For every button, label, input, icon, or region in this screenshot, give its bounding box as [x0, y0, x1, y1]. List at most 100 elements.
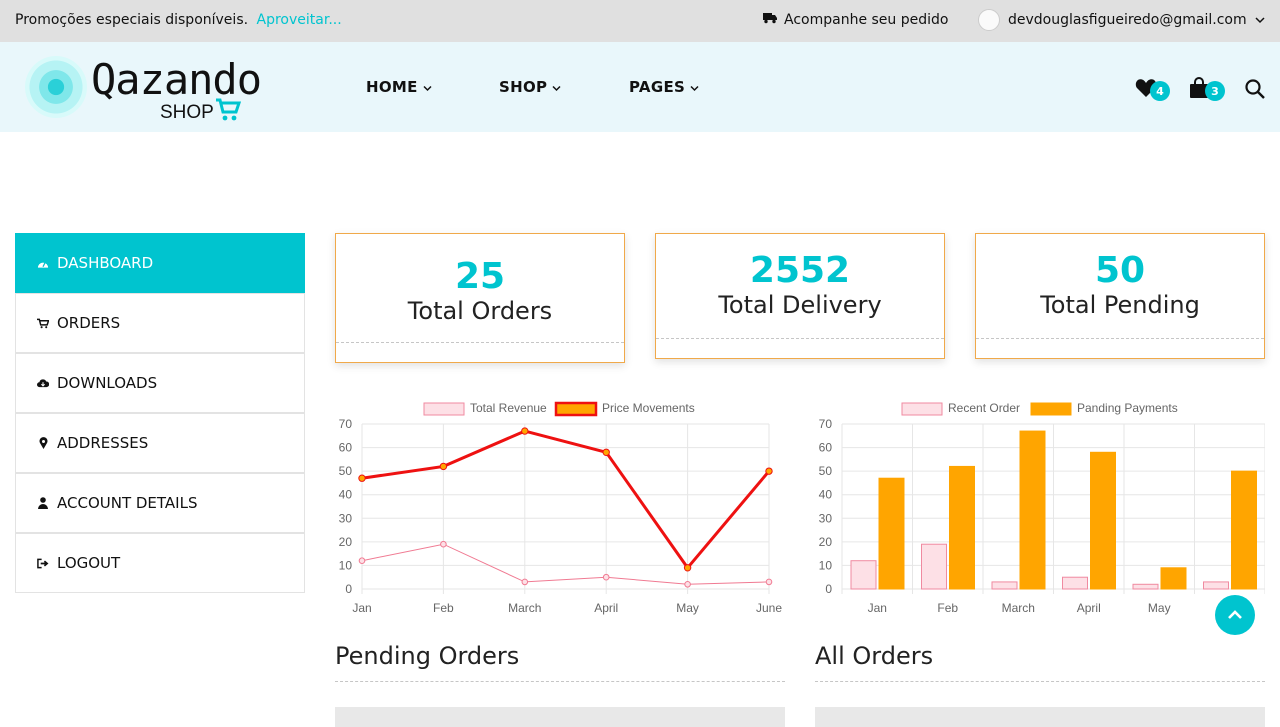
bar: [1132, 583, 1159, 590]
x-tick-label: March: [1002, 601, 1035, 615]
x-tick-label: May: [676, 601, 699, 615]
series-line: [361, 429, 771, 571]
promo-message: Promoções especiais disponíveis. Aprovei…: [15, 12, 342, 28]
y-tick-label: 40: [339, 488, 353, 502]
logo-cart-icon: [216, 98, 241, 121]
bar: [1203, 581, 1229, 590]
user-email: devdouglasfigueiredo@gmail.com: [1008, 12, 1247, 28]
stat-label: Total Pending: [1040, 291, 1200, 319]
data-point: [358, 474, 366, 482]
sidebar-item-dashboard[interactable]: DASHBOARD: [15, 233, 305, 293]
truck-icon: [763, 12, 777, 28]
search-icon: [1245, 79, 1265, 99]
nav-pages[interactable]: PAGES: [629, 78, 699, 96]
x-tick-label: Jan: [868, 601, 887, 615]
data-point: [765, 467, 773, 475]
legend-swatch: [423, 402, 465, 416]
legend-label: Panding Payments: [1077, 401, 1178, 415]
data-point: [602, 448, 610, 456]
stat-value: 50: [1094, 250, 1146, 291]
y-tick-label: 60: [339, 441, 353, 455]
section-divider: [815, 681, 1265, 682]
series-line: [361, 543, 770, 585]
promo-text: Promoções especiais disponíveis.: [15, 12, 249, 28]
cloud-download-icon: [37, 378, 49, 389]
section-divider: [335, 681, 785, 682]
legend-swatch: [1030, 402, 1072, 416]
nav-shop[interactable]: SHOP: [499, 78, 561, 96]
data-point: [521, 427, 529, 435]
data-point: [683, 564, 692, 572]
revenue-line-chart: Total Revenue Price Movements 0 10 20 30 40 50 6…: [339, 401, 783, 615]
sidebar-item-orders[interactable]: ORDERS: [15, 293, 305, 353]
map-marker-icon: [37, 437, 49, 449]
nav-home[interactable]: HOME: [366, 78, 432, 96]
y-tick-label: 20: [339, 535, 353, 549]
y-tick-label: 0: [825, 582, 832, 596]
track-order-link[interactable]: Acompanhe seu pedido: [763, 12, 948, 28]
stat-divider: [976, 338, 1264, 339]
chevron-up-icon: [1228, 610, 1242, 619]
data-point: [684, 580, 691, 588]
stat-card-total-delivery: 2552 Total Delivery: [655, 233, 945, 359]
bar: [1231, 470, 1257, 590]
cart-count-badge: 3: [1205, 81, 1225, 101]
legend-label: Recent Order: [948, 401, 1020, 415]
stat-card-total-orders: 25 Total Orders: [335, 233, 625, 363]
bar: [921, 543, 947, 590]
sidebar-item-account-details[interactable]: ACCOUNT DETAILS: [15, 473, 305, 533]
stat-value: 2552: [749, 250, 851, 291]
logo-shop-text: SHOP: [160, 102, 214, 123]
promo-link[interactable]: Aproveitar...: [257, 12, 342, 28]
orders-bar-chart: Recent Order Panding Payments 0 10 20 30 40 50 6…: [819, 401, 1265, 615]
avatar: [978, 9, 1000, 31]
bar: [1090, 451, 1116, 590]
bar: [1160, 567, 1187, 590]
sidebar-item-addresses[interactable]: ADDRESSES: [15, 413, 305, 473]
chevron-down-icon: [1255, 12, 1265, 28]
data-point: [602, 573, 610, 581]
pending-orders-title: Pending Orders: [335, 642, 520, 670]
data-point: [521, 578, 529, 586]
bar: [1019, 430, 1046, 590]
bar: [991, 581, 1018, 590]
y-tick-label: 70: [819, 417, 833, 431]
x-tick-label: Jan: [352, 601, 371, 615]
stat-label: Total Orders: [407, 297, 553, 325]
legend-label: Price Movements: [602, 401, 695, 415]
y-tick-label: 10: [339, 558, 353, 572]
sidebar-item-downloads[interactable]: DOWNLOADS: [15, 353, 305, 413]
sign-out-icon: [37, 558, 49, 569]
data-point: [358, 557, 366, 565]
account-sidebar: DASHBOARD ORDERS DOWNLOADS ADDRESSES ACC…: [15, 233, 305, 593]
data-point: [440, 540, 447, 548]
sidebar-item-label: DOWNLOADS: [57, 374, 158, 392]
bar: [1062, 576, 1088, 590]
stat-value: 25: [454, 256, 506, 297]
nav-pages-label: PAGES: [629, 78, 686, 96]
sidebar-item-label: ACCOUNT DETAILS: [57, 494, 198, 512]
y-tick-label: 40: [819, 488, 833, 502]
sidebar-item-label: ADDRESSES: [57, 434, 149, 452]
data-point: [439, 462, 448, 471]
dashboard-icon: [37, 258, 49, 269]
x-tick-label: April: [594, 601, 618, 615]
search-button[interactable]: [1245, 79, 1265, 103]
pending-orders-table-header: [335, 707, 785, 727]
cart-icon: [37, 318, 49, 329]
top-bar: Promoções especiais disponíveis. Aprovei…: [0, 0, 1280, 42]
scroll-to-top-button[interactable]: [1215, 595, 1255, 635]
sidebar-item-logout[interactable]: LOGOUT: [15, 533, 305, 593]
y-tick-label: 50: [339, 464, 353, 478]
wishlist-count-badge: 4: [1150, 81, 1170, 101]
user-menu[interactable]: devdouglasfigueiredo@gmail.com: [978, 9, 1265, 31]
x-tick-label: Feb: [937, 601, 958, 615]
chevron-down-icon: [423, 78, 432, 96]
nav-shop-label: SHOP: [499, 78, 548, 96]
legend-label: Total Revenue: [470, 401, 547, 415]
site-logo[interactable]: Qazando SHOP: [25, 56, 262, 123]
y-tick-label: 10: [819, 558, 833, 572]
all-orders-table-header: [815, 707, 1265, 727]
x-tick-label: June: [756, 601, 782, 615]
bar: [878, 477, 905, 590]
